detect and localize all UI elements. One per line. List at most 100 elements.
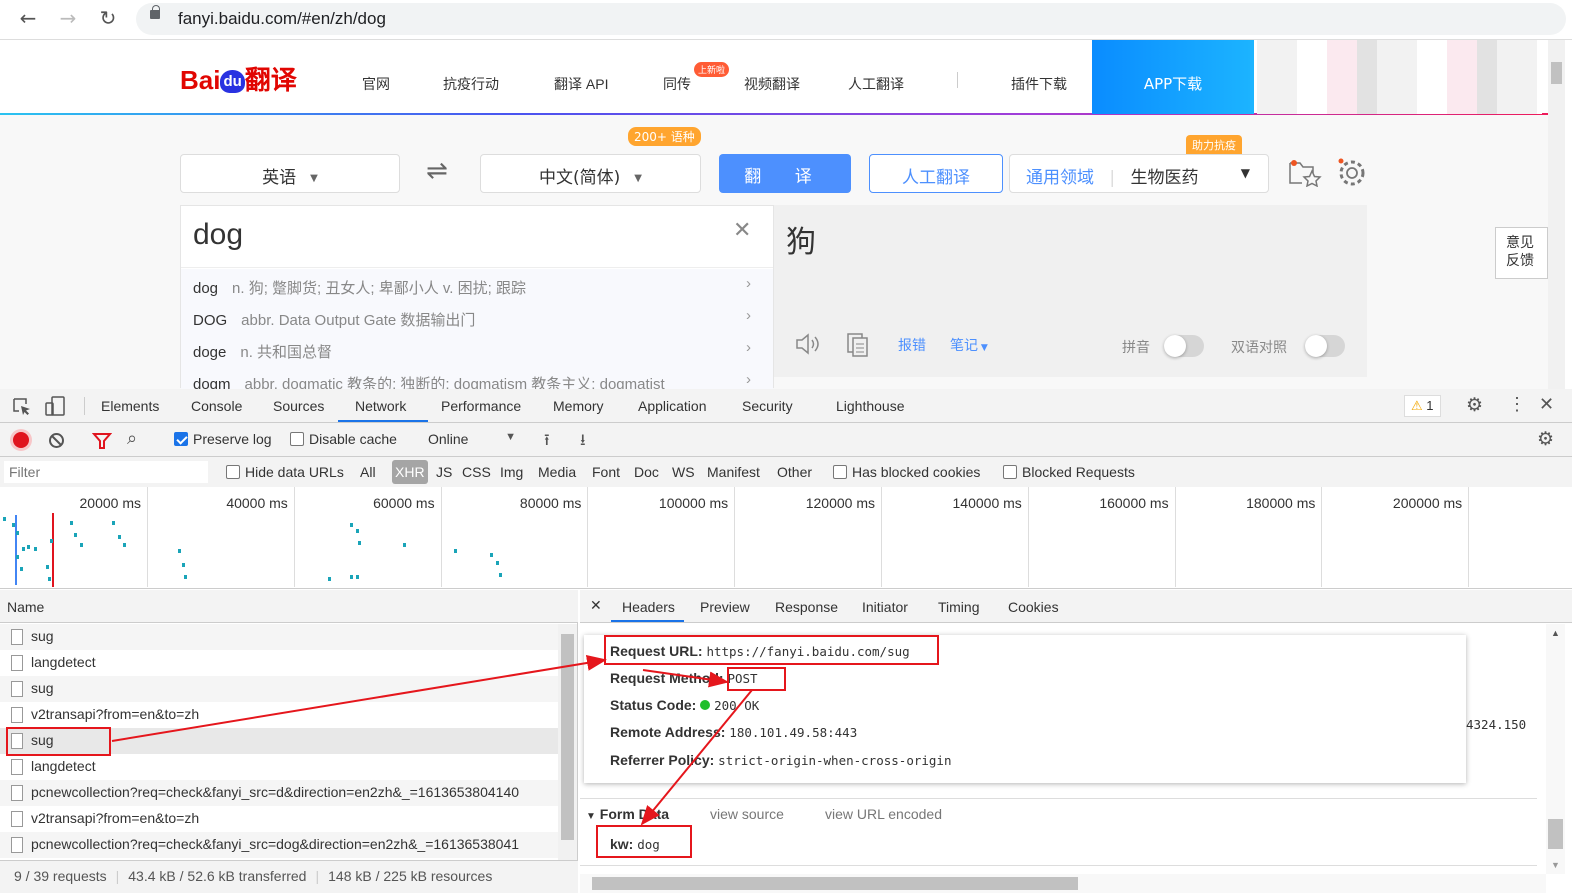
export-har-icon[interactable]: ⭳	[580, 429, 586, 456]
filter-icon[interactable]	[92, 432, 112, 450]
tab-timing[interactable]: Timing	[938, 599, 980, 615]
device-toolbar-icon[interactable]	[44, 395, 66, 417]
throttle-select[interactable]: Online ▼	[428, 431, 516, 447]
pinyin-toggle[interactable]	[1164, 335, 1204, 357]
feedback-button[interactable]: 意见反馈	[1495, 227, 1548, 279]
request-row[interactable]: sug	[0, 624, 558, 650]
nav-simultaneous[interactable]: 同传	[663, 74, 691, 94]
copy-icon[interactable]	[846, 332, 870, 358]
favorites-star-icon[interactable]	[1288, 157, 1322, 187]
tab-sources[interactable]: Sources	[273, 398, 324, 414]
form-value[interactable]: dog	[637, 837, 660, 852]
tab-response[interactable]: Response	[775, 599, 838, 615]
request-row[interactable]: v2transapi?from=en&to=zh	[0, 806, 558, 832]
record-button[interactable]	[13, 432, 29, 448]
checkbox[interactable]	[833, 465, 847, 479]
tab-cookies[interactable]: Cookies	[1008, 599, 1059, 615]
request-row[interactable]: langdetect	[0, 650, 558, 676]
nav-human[interactable]: 人工翻译	[848, 74, 904, 94]
forward-button[interactable]: →	[54, 6, 82, 30]
network-settings-icon[interactable]: ⚙	[1537, 428, 1554, 451]
nav-antiepidemic[interactable]: 抗疫行动	[443, 74, 499, 94]
name-column-header[interactable]: Name	[0, 590, 578, 623]
tab-elements[interactable]: Elements	[101, 398, 159, 414]
hide-data-urls-checkbox[interactable]: Hide data URLs	[226, 464, 344, 480]
detail-vscrollbar[interactable]: ▲ ▼	[1546, 624, 1565, 874]
tab-initiator[interactable]: Initiator	[862, 599, 908, 615]
header-value[interactable]: strict-origin-when-cross-origin	[718, 753, 951, 768]
header-value[interactable]: https://fanyi.baidu.com/sug	[706, 644, 909, 659]
notes-link[interactable]: 笔记 ▼	[950, 335, 988, 355]
tab-network[interactable]: Network	[355, 398, 406, 414]
nav-api[interactable]: 翻译 API	[554, 74, 608, 94]
header-value[interactable]: 180.101.49.58:443	[729, 725, 857, 740]
clear-log-icon[interactable]	[48, 432, 65, 449]
suggestion-item[interactable]: DOG abbr. Data Output Gate 数据输出门 ›	[181, 301, 773, 333]
tab-preview[interactable]: Preview	[700, 599, 750, 615]
suggestion-item[interactable]: doge n. 共和国总督 ›	[181, 333, 773, 365]
bilingual-toggle[interactable]	[1305, 335, 1345, 357]
request-row[interactable]: pcnewcollection?req=check&fanyi_src=dog&…	[0, 832, 558, 858]
report-error-link[interactable]: 报错	[898, 335, 926, 355]
close-detail-icon[interactable]: ✕	[590, 597, 602, 614]
filter-doc[interactable]: Doc	[634, 464, 659, 480]
translate-button[interactable]: 翻 译	[719, 154, 851, 193]
filter-css[interactable]: CSS	[462, 464, 491, 480]
tab-application[interactable]: Application	[638, 398, 707, 414]
tab-lighthouse[interactable]: Lighthouse	[836, 398, 905, 414]
request-row[interactable]: sug	[0, 728, 558, 754]
clear-icon[interactable]: ✕	[733, 218, 751, 243]
human-translation-button[interactable]: 人工翻译	[869, 154, 1003, 193]
page-scrollbar[interactable]	[1548, 40, 1565, 389]
checkbox[interactable]	[290, 432, 304, 446]
baidu-logo[interactable]: Bai du 翻译	[180, 60, 297, 97]
request-row[interactable]: langdetect	[0, 754, 558, 780]
target-language-select[interactable]: 中文(简体) ▼	[480, 154, 701, 193]
filter-xhr[interactable]: XHR	[392, 460, 428, 484]
suggestion-item[interactable]: dogm abbr. dogmatic 教条的; 独断的; dogmatism 教…	[181, 365, 773, 389]
blocked-cookies-checkbox[interactable]: Has blocked cookies	[833, 464, 980, 480]
checkbox[interactable]	[174, 432, 188, 446]
filter-media[interactable]: Media	[538, 464, 576, 480]
list-scrollbar[interactable]	[558, 624, 577, 860]
source-input-box[interactable]: dog ✕ dog n. 狗; 蹩脚货; 丑女人; 卑鄙小人 v. 困扰; 跟踪 ›…	[180, 205, 774, 389]
tab-headers[interactable]: Headers	[622, 599, 675, 615]
source-text[interactable]: dog	[193, 218, 243, 252]
nav-official[interactable]: 官网	[362, 74, 390, 94]
search-icon[interactable]: ⌕	[127, 428, 137, 449]
filter-img[interactable]: Img	[500, 464, 523, 480]
source-language-select[interactable]: 英语 ▼	[180, 154, 400, 193]
request-row[interactable]: sug	[0, 676, 558, 702]
form-data-section[interactable]: ▼ Form Data	[586, 806, 669, 822]
view-url-encoded-link[interactable]: view URL encoded	[825, 806, 942, 822]
checkbox[interactable]	[1003, 465, 1017, 479]
tab-performance[interactable]: Performance	[441, 398, 521, 414]
disable-cache-checkbox[interactable]: Disable cache	[290, 431, 397, 447]
checkbox[interactable]	[226, 465, 240, 479]
request-row[interactable]: pcnewcollection?req=check&fanyi_src=d&di…	[0, 780, 558, 806]
reload-button[interactable]: ↻	[94, 6, 122, 30]
filter-ws[interactable]: WS	[672, 464, 695, 480]
settings-gear-icon[interactable]	[1336, 157, 1368, 189]
devtools-settings-icon[interactable]: ⚙	[1466, 394, 1483, 417]
network-timeline-overview[interactable]: 20000 ms 40000 ms 60000 ms 80000 ms 100000 m…	[0, 487, 1572, 589]
more-options-icon[interactable]: ⋮	[1508, 394, 1526, 415]
header-value[interactable]: 200 OK	[714, 698, 759, 713]
request-row[interactable]: v2transapi?from=en&to=zh	[0, 702, 558, 728]
inspect-element-icon[interactable]	[12, 397, 32, 417]
filter-manifest[interactable]: Manifest	[707, 464, 760, 480]
speaker-icon[interactable]	[794, 332, 822, 356]
tab-memory[interactable]: Memory	[553, 398, 604, 414]
preserve-log-checkbox[interactable]: Preserve log	[174, 431, 272, 447]
address-bar[interactable]: fanyi.baidu.com/#en/zh/dog	[136, 3, 1566, 35]
close-devtools-icon[interactable]: ✕	[1539, 394, 1554, 415]
tab-console[interactable]: Console	[191, 398, 242, 414]
blocked-requests-checkbox[interactable]: Blocked Requests	[1003, 464, 1135, 480]
swap-languages-icon[interactable]: ⇌	[426, 156, 448, 186]
view-source-link[interactable]: view source	[710, 806, 784, 822]
filter-js[interactable]: JS	[436, 464, 452, 480]
filter-all[interactable]: All	[360, 464, 376, 480]
filter-font[interactable]: Font	[592, 464, 620, 480]
filter-input[interactable]	[4, 461, 208, 483]
domain-general[interactable]: 通用领域	[1026, 168, 1094, 188]
